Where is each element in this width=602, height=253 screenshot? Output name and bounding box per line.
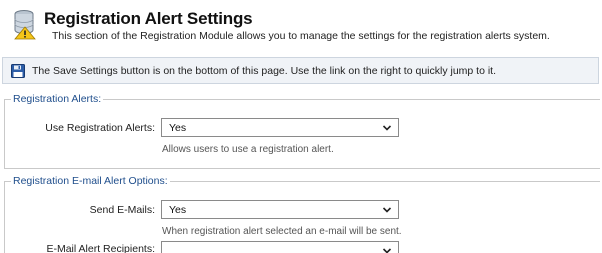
registration-alerts-section: Registration Alerts: Use Registration Al…: [0, 93, 600, 169]
section-legend: Registration E-mail Alert Options:: [11, 175, 170, 187]
send-emails-help: When registration alert selected an e-ma…: [162, 226, 402, 237]
page-subtitle: This section of the Registration Module …: [52, 30, 550, 42]
page-title: Registration Alert Settings: [44, 9, 253, 28]
chevron-down-icon: [382, 207, 392, 213]
chevron-down-icon: [382, 248, 392, 253]
save-notice-banner: The Save Settings button is on the botto…: [2, 57, 599, 84]
send-emails-select[interactable]: Yes: [161, 200, 399, 219]
use-registration-alerts-label: Use Registration Alerts:: [45, 122, 155, 134]
section-legend: Registration Alerts:: [11, 93, 104, 105]
email-alert-options-section: Registration E-mail Alert Options: Send …: [0, 175, 600, 253]
notice-text: The Save Settings button is on the botto…: [32, 65, 497, 77]
email-alert-recipients-select[interactable]: [161, 241, 399, 253]
save-disk-icon: [11, 64, 25, 78]
select-value: Yes: [169, 122, 187, 134]
use-registration-alerts-select[interactable]: Yes: [161, 118, 399, 137]
database-warning-icon: [14, 10, 36, 40]
send-emails-label: Send E-Mails:: [89, 204, 155, 216]
use-registration-alerts-help: Allows users to use a registration alert…: [162, 144, 334, 155]
email-alert-recipients-label: E-Mail Alert Recipients:: [46, 243, 155, 253]
select-value: Yes: [169, 204, 187, 216]
page-header: Registration Alert Settings This section…: [0, 0, 602, 48]
chevron-down-icon: [382, 125, 392, 131]
